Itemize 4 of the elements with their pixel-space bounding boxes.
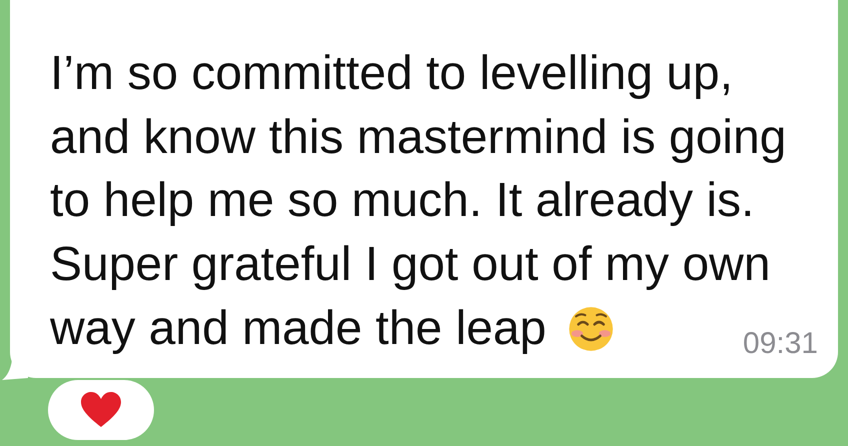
heart-icon [81, 392, 121, 428]
message-text: way and made the leap [50, 301, 546, 358]
message-time: 09:31 [742, 326, 818, 362]
smiling-face-icon [568, 306, 614, 352]
